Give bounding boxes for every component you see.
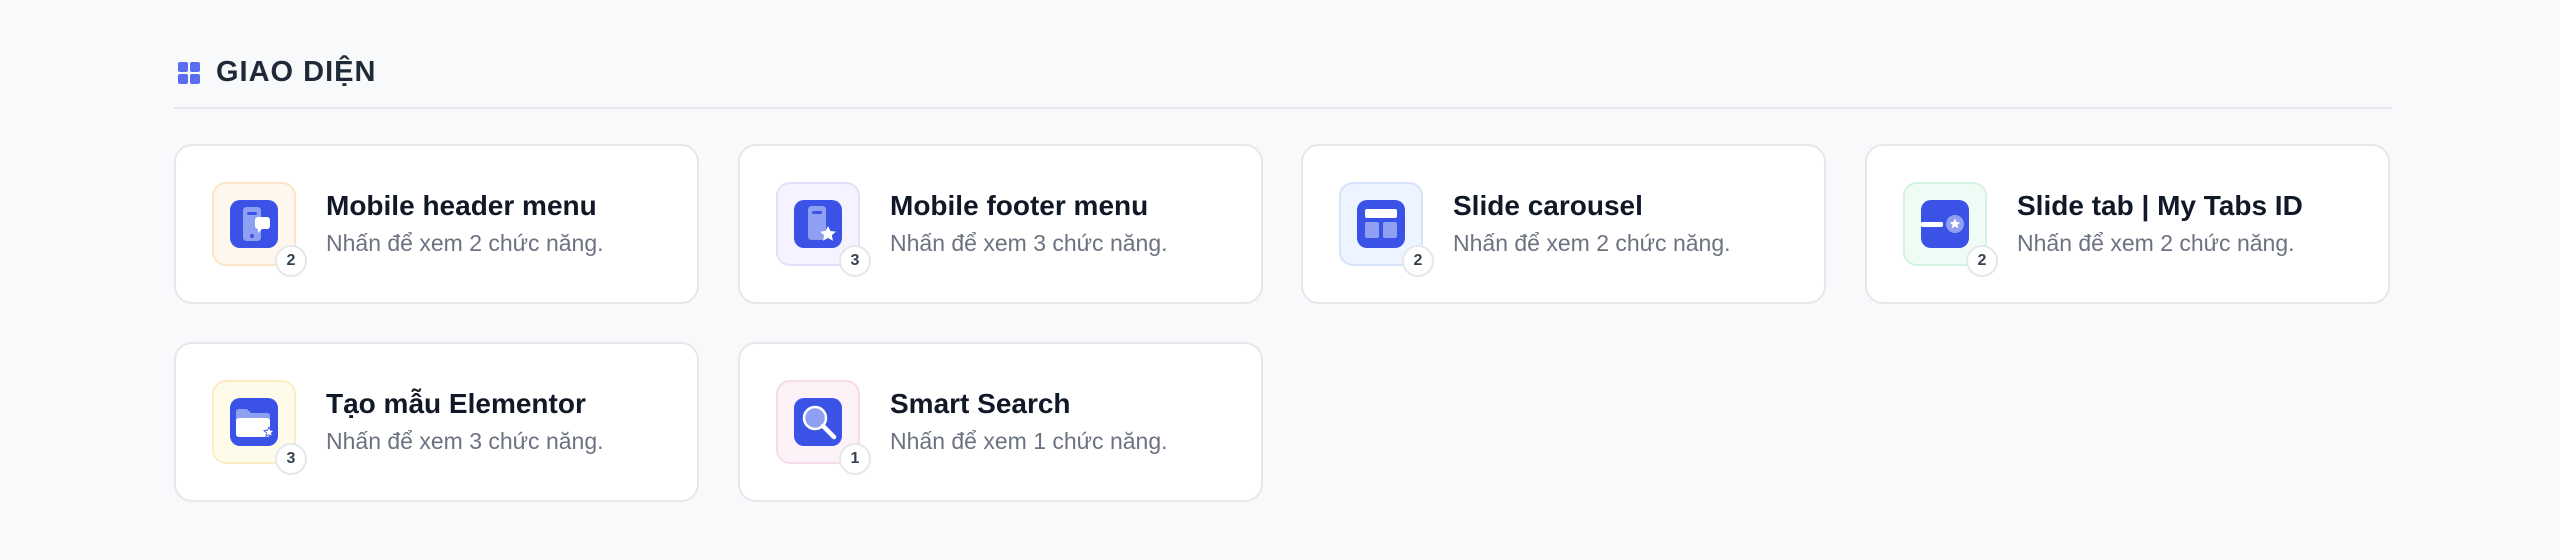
card-title: Mobile footer menu — [890, 190, 1149, 221]
card-icon-box: 3 — [776, 182, 871, 277]
card-subtitle: Nhấn để xem 1 chức năng. — [890, 428, 1168, 454]
card-icon-box: 1 — [776, 380, 871, 475]
count-badge: 3 — [275, 443, 307, 475]
mobile-footer-icon — [794, 200, 842, 248]
count-badge: 2 — [1402, 245, 1434, 277]
card-subtitle: Nhấn để xem 3 chức năng. — [890, 230, 1168, 256]
template-folder-icon — [230, 398, 278, 446]
card-title: Mobile header menu — [326, 190, 597, 221]
card-icon-box: 2 — [1339, 182, 1434, 277]
section-header: GIAO DIỆN — [174, 56, 2392, 109]
card-subtitle: Nhấn để xem 2 chức năng. — [1453, 230, 1731, 256]
search-icon — [794, 398, 842, 446]
tabs-icon — [1921, 200, 1969, 248]
card-icon-box: 2 — [212, 182, 307, 277]
card-title: Tạo mẫu Elementor — [326, 388, 586, 419]
card-title: Slide carousel — [1453, 190, 1643, 221]
carousel-icon — [1357, 200, 1405, 248]
count-badge: 2 — [275, 245, 307, 277]
card-slide-tab[interactable]: 2 Slide tab | My Tabs ID Nhấn để xem 2 c… — [1865, 144, 2390, 304]
card-slide-carousel[interactable]: 2 Slide carousel Nhấn để xem 2 chức năng… — [1301, 144, 1826, 304]
card-icon-box: 2 — [1903, 182, 1998, 277]
section-title: GIAO DIỆN — [216, 56, 377, 88]
card-title: Slide tab | My Tabs ID — [2017, 190, 2303, 221]
card-mobile-header-menu[interactable]: 2 Mobile header menu Nhấn để xem 2 chức … — [174, 144, 699, 304]
card-icon-box: 3 — [212, 380, 307, 475]
giao-dien-section: GIAO DIỆN 2 Mobile header menu Nhấn để x… — [174, 56, 2392, 502]
card-subtitle: Nhấn để xem 2 chức năng. — [2017, 230, 2295, 256]
count-badge: 2 — [1966, 245, 1998, 277]
card-mobile-footer-menu[interactable]: 3 Mobile footer menu Nhấn để xem 3 chức … — [738, 144, 1263, 304]
card-subtitle: Nhấn để xem 2 chức năng. — [326, 230, 604, 256]
count-badge: 3 — [839, 245, 871, 277]
grid-icon — [178, 61, 200, 84]
count-badge: 1 — [839, 443, 871, 475]
card-subtitle: Nhấn để xem 3 chức năng. — [326, 428, 604, 454]
mobile-header-icon — [230, 200, 278, 248]
card-smart-search[interactable]: 1 Smart Search Nhấn để xem 1 chức năng. — [738, 342, 1263, 502]
card-tao-mau-elementor[interactable]: 3 Tạo mẫu Elementor Nhấn để xem 3 chức n… — [174, 342, 699, 502]
card-title: Smart Search — [890, 388, 1071, 419]
